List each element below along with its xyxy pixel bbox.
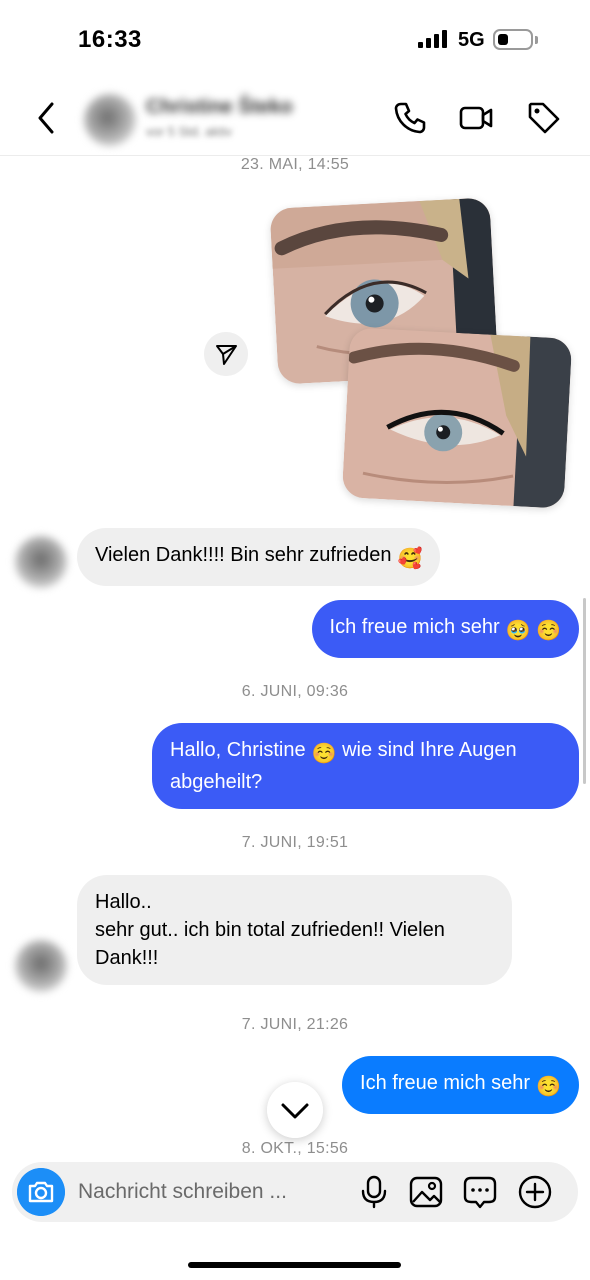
contact-status: vor 5 Std. aktiv (146, 124, 232, 139)
eye-photo-after[interactable] (341, 327, 573, 509)
message-composer (12, 1162, 578, 1222)
camera-icon[interactable] (17, 1168, 65, 1216)
message-text: Ich freue mich sehr (360, 1072, 531, 1094)
outgoing-message[interactable]: Hallo, Christine ☺️ wie sind Ihre Augen a… (152, 723, 579, 809)
message-emoji: 🥰 (397, 548, 423, 570)
timestamp: 6. JUNI, 09:36 (241, 683, 349, 700)
status-bar: 16:33 5G (0, 0, 590, 80)
contact-name[interactable]: Christine Šteko (146, 96, 293, 119)
message-text: Ich freue mich sehr (329, 616, 500, 638)
status-time: 16:33 (78, 26, 142, 53)
contact-avatar[interactable] (84, 94, 136, 146)
image-icon[interactable] (408, 1174, 444, 1210)
send-icon[interactable] (204, 332, 248, 376)
microphone-icon[interactable] (356, 1174, 392, 1210)
timestamp: 8. OKT., 15:56 (241, 1140, 349, 1157)
message-text: Hallo.. (95, 891, 152, 913)
battery-icon (493, 29, 533, 50)
timestamp: 7. JUNI, 21:26 (241, 1016, 349, 1033)
plus-circle-icon[interactable] (517, 1174, 553, 1210)
incoming-message[interactable]: Hallo.. sehr gut.. ich bin total zufried… (77, 875, 512, 985)
message-input[interactable] (78, 1176, 348, 1208)
signal-icon (418, 30, 447, 48)
timestamp: 7. JUNI, 19:51 (241, 834, 349, 851)
outgoing-message[interactable]: Ich freue mich sehr 🥹 ☺️ (311, 600, 579, 658)
chevron-down-icon[interactable] (267, 1082, 323, 1138)
network-label: 5G (458, 29, 485, 51)
contact-avatar-small[interactable] (15, 536, 67, 588)
message-text: Hallo, Christine (170, 739, 306, 761)
message-dots-icon[interactable] (462, 1174, 498, 1210)
outgoing-message[interactable]: Ich freue mich sehr ☺️ (342, 1056, 579, 1114)
incoming-message[interactable]: Vielen Dank!!!! Bin sehr zufrieden 🥰 (77, 528, 441, 586)
tag-icon[interactable] (526, 100, 562, 136)
contact-avatar-small[interactable] (15, 940, 67, 992)
message-emoji: ☺️ (311, 743, 337, 765)
timestamp: 23. MAI, 14:55 (240, 156, 350, 173)
message-text: sehr gut.. ich bin total zufrieden!! Vie… (95, 919, 445, 969)
home-indicator (188, 1262, 401, 1268)
phone-icon[interactable] (392, 100, 428, 136)
scrollbar[interactable] (583, 598, 586, 784)
video-camera-icon[interactable] (458, 100, 494, 136)
eye-photo-image (341, 327, 573, 509)
chat-header: Christine Šteko vor 5 Std. aktiv (0, 80, 590, 156)
message-emoji: 🥹 ☺️ (505, 620, 561, 642)
back-chevron-icon[interactable] (32, 100, 64, 136)
message-emoji: ☺️ (536, 1076, 561, 1098)
message-text: Vielen Dank!!!! Bin sehr zufrieden (95, 544, 392, 566)
